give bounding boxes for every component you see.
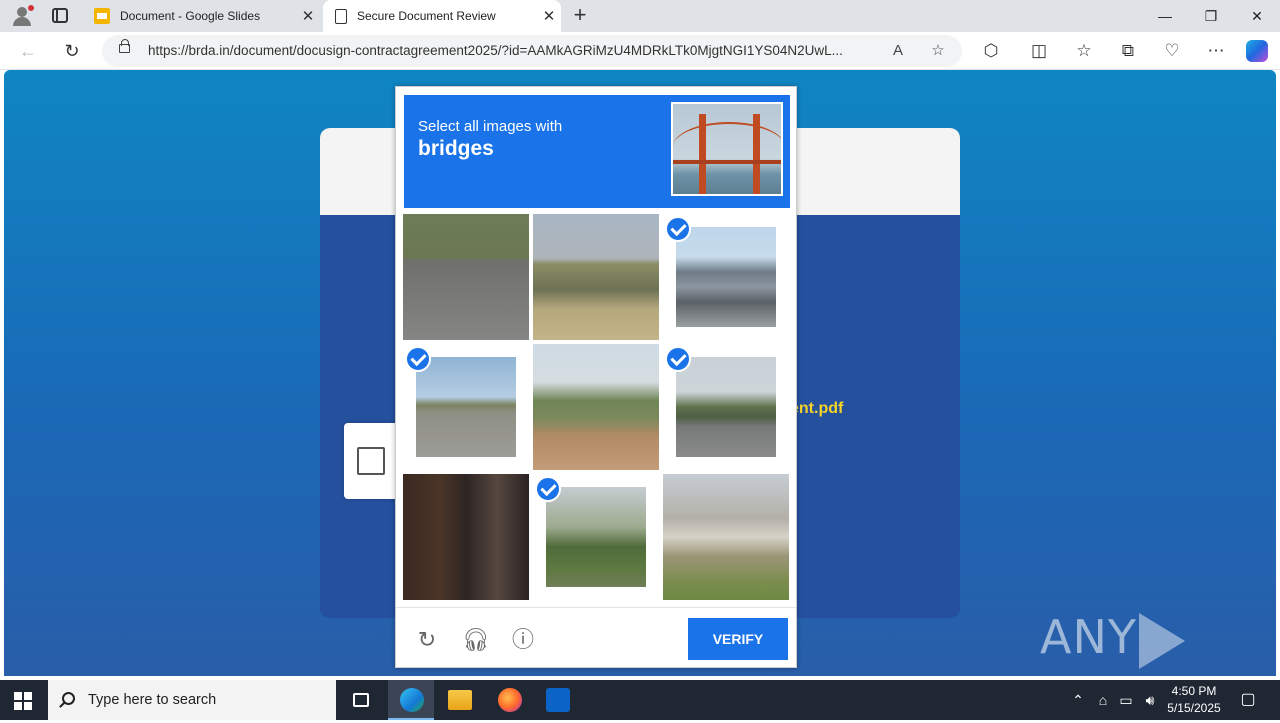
url-text[interactable]: https://brda.in/document/docusign-contra… <box>148 43 878 58</box>
volume-icon[interactable]: 🔊︎ <box>1140 690 1160 710</box>
tab-close-icon[interactable]: ✕ <box>537 7 561 25</box>
firefox-icon[interactable] <box>486 680 532 720</box>
tile-image <box>676 357 776 457</box>
notifications-icon[interactable]: ▢ <box>1238 690 1258 710</box>
captcha-instructions: Select all images with bridges <box>404 95 790 208</box>
captcha-tile-4[interactable] <box>403 344 529 470</box>
tile-image <box>403 214 529 340</box>
taskbar-search[interactable]: Type here to search <box>48 680 336 720</box>
instruction-text: Select all images with <box>418 118 563 135</box>
tile-image <box>533 344 659 470</box>
search-icon <box>62 692 75 705</box>
new-tab-icon[interactable]: + <box>569 4 591 28</box>
more-menu-icon[interactable]: ⋯ <box>1204 40 1228 62</box>
edge-taskbar-icon[interactable] <box>388 680 434 720</box>
minimize-icon[interactable]: — <box>1142 0 1188 32</box>
captcha-anchor[interactable] <box>344 423 400 499</box>
google-slides-icon <box>94 8 110 24</box>
play-icon <box>1138 612 1185 669</box>
collections-icon[interactable]: ⧉ <box>1116 40 1140 62</box>
reload-icon[interactable]: ↻ <box>414 627 440 653</box>
clock-time: 4:50 PM <box>1171 684 1217 698</box>
tab-google-slides[interactable]: Document - Google Slides ✕ <box>84 0 320 32</box>
file-explorer-icon[interactable] <box>436 680 482 720</box>
network-icon[interactable]: ▭ <box>1116 690 1136 710</box>
browser-toolbar: ← ↻ https://brda.in/document/docusign-co… <box>0 32 1280 70</box>
captcha-tile-2[interactable] <box>533 214 659 340</box>
tab-actions-icon[interactable] <box>52 8 68 23</box>
tab-title: Secure Document Review <box>357 9 496 23</box>
taskbar-clock[interactable]: 4:50 PM 5/15/2025 <box>1158 683 1230 717</box>
instruction-target: bridges <box>418 137 494 160</box>
search-placeholder: Type here to search <box>88 692 217 708</box>
read-aloud-icon[interactable]: A <box>887 41 909 61</box>
favorite-star-icon[interactable]: ☆ <box>927 41 949 61</box>
checkmark-icon <box>665 216 691 242</box>
device-icon[interactable]: ⌂ <box>1093 690 1113 710</box>
tab-title: Document - Google Slides <box>120 9 261 23</box>
tile-image <box>533 214 659 340</box>
restore-icon[interactable]: ❐ <box>1188 0 1234 32</box>
tile-image <box>546 487 646 587</box>
captcha-tile-9[interactable] <box>663 474 789 600</box>
task-view-icon[interactable] <box>338 680 384 720</box>
copilot-icon[interactable] <box>1246 40 1268 62</box>
windows-start-icon[interactable] <box>14 692 32 710</box>
show-hidden-icons-icon[interactable]: ⌃ <box>1068 690 1088 710</box>
browser-tab-strip: Document - Google Slides ✕ Secure Docume… <box>0 0 1280 32</box>
split-screen-icon[interactable]: ◫ <box>1027 40 1051 62</box>
tile-image <box>403 474 529 600</box>
info-icon[interactable]: ⓘ <box>510 627 536 653</box>
captcha-footer: ↻ 🎧︎ ⓘ VERIFY <box>396 607 796 667</box>
captcha-challenge: Select all images with bridges ↻ 🎧︎ ⓘ VE… <box>395 86 797 668</box>
sample-bridge-image <box>671 102 783 196</box>
tile-image <box>416 357 516 457</box>
browser-essentials-icon[interactable]: ♡ <box>1160 40 1184 62</box>
tab-secure-document-review[interactable]: Secure Document Review ✕ <box>323 0 561 32</box>
document-filename[interactable]: ent.pdf <box>790 400 843 418</box>
lock-icon[interactable] <box>119 39 130 53</box>
checkmark-icon <box>665 346 691 372</box>
captcha-tile-8[interactable] <box>533 474 659 600</box>
windows-taskbar: Type here to search ⌃ ⌂ ▭ 🔊︎ 4:50 PM 5/1… <box>0 680 1280 720</box>
captcha-tile-3[interactable] <box>663 214 789 340</box>
clock-date: 5/15/2025 <box>1167 701 1221 715</box>
captcha-checkbox[interactable] <box>357 447 385 475</box>
refresh-icon[interactable]: ↻ <box>60 39 84 63</box>
outlook-icon[interactable] <box>534 680 580 720</box>
verify-button[interactable]: VERIFY <box>688 618 788 660</box>
headphones-icon[interactable]: 🎧︎ <box>462 627 490 653</box>
captcha-tile-1[interactable] <box>403 214 529 340</box>
watermark-text-left: ANY <box>1040 610 1137 664</box>
captcha-tile-5[interactable] <box>533 344 659 470</box>
back-icon[interactable]: ← <box>16 39 40 63</box>
captcha-tile-7[interactable] <box>403 474 529 600</box>
tile-image <box>663 474 789 600</box>
checkmark-icon <box>405 346 431 372</box>
tab-close-icon[interactable]: ✕ <box>296 7 320 25</box>
profile-icon[interactable] <box>8 4 36 28</box>
tile-image <box>676 227 776 327</box>
window-close-icon[interactable]: ✕ <box>1234 0 1280 32</box>
checkmark-icon <box>535 476 561 502</box>
extensions-icon[interactable]: ⬡ <box>979 40 1003 62</box>
favorites-icon[interactable]: ☆ <box>1072 40 1096 62</box>
captcha-tile-6[interactable] <box>663 344 789 470</box>
document-icon <box>335 8 347 24</box>
address-bar[interactable]: https://brda.in/document/docusign-contra… <box>102 35 962 67</box>
